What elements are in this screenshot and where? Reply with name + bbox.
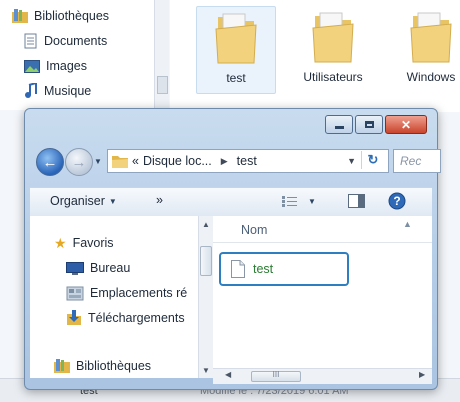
bg-nav-item-libraries[interactable]: Bibliothèques bbox=[12, 6, 109, 26]
nav-item-downloads[interactable]: Téléchargements bbox=[66, 308, 185, 328]
file-item-test[interactable]: test bbox=[219, 252, 349, 286]
address-bar[interactable]: « Disque loc... ▶ test ▼ ↻ bbox=[107, 149, 389, 173]
explorer-dialog-window: ✕ ← → ▼ « Disque loc... ▶ test ▼ ↻ Rec O… bbox=[24, 108, 441, 390]
close-icon: ✕ bbox=[400, 117, 412, 132]
search-placeholder: Rec bbox=[400, 154, 422, 168]
address-segment-folder[interactable]: test bbox=[237, 154, 257, 168]
scrollbar-thumb[interactable] bbox=[157, 76, 168, 94]
breadcrumb-separator-icon[interactable]: ▶ bbox=[221, 156, 228, 167]
maximize-icon bbox=[364, 121, 374, 128]
bg-folder-test[interactable]: test bbox=[196, 6, 276, 94]
refresh-button[interactable]: ↻ bbox=[361, 151, 384, 169]
bg-folder-label: Utilisateurs bbox=[303, 70, 363, 84]
nav-item-favorites[interactable]: ★ Favoris bbox=[54, 233, 114, 253]
library-icon bbox=[12, 9, 28, 23]
back-button[interactable]: ← bbox=[36, 148, 64, 176]
organize-button[interactable]: Organiser ▼ bbox=[50, 194, 117, 208]
refresh-icon: ↻ bbox=[367, 152, 379, 167]
nav-item-label: Téléchargements bbox=[88, 311, 185, 325]
more-commands-button[interactable]: » bbox=[156, 193, 163, 207]
downloads-icon bbox=[67, 310, 81, 325]
scrollbar-thumb[interactable] bbox=[200, 246, 212, 276]
search-box[interactable]: Rec bbox=[393, 149, 441, 173]
bg-folder-label: Windows bbox=[406, 70, 456, 84]
bg-nav-item-documents[interactable]: Documents bbox=[24, 31, 107, 51]
bg-nav-item-images[interactable]: Images bbox=[24, 56, 87, 76]
preview-pane-icon bbox=[348, 194, 365, 208]
minimize-icon bbox=[334, 125, 344, 129]
star-icon: ★ bbox=[54, 234, 67, 251]
nav-item-label: Bureau bbox=[90, 261, 131, 275]
bg-nav-item-label: Documents bbox=[44, 34, 108, 48]
column-header-name[interactable]: Nom ▲ bbox=[213, 216, 432, 243]
background-navigation-pane: Bibliothèques Documents Images Musique bbox=[0, 0, 168, 110]
chevron-down-icon: ▼ bbox=[308, 197, 316, 206]
folder-icon bbox=[215, 13, 257, 64]
help-icon: ? bbox=[388, 192, 406, 210]
bg-folder-label: test bbox=[226, 71, 246, 85]
close-button[interactable]: ✕ bbox=[385, 115, 427, 134]
horizontal-scrollbar[interactable]: ◀ III ▶ bbox=[213, 368, 432, 384]
nav-item-label: Emplacements ré bbox=[90, 286, 188, 300]
scroll-up-icon[interactable]: ▲ bbox=[202, 220, 210, 229]
organize-label: Organiser bbox=[50, 194, 105, 208]
more-commands-label: » bbox=[156, 193, 163, 207]
preview-pane-button[interactable] bbox=[348, 194, 365, 208]
bg-folder-windows[interactable]: Windows bbox=[392, 6, 460, 92]
nav-item-desktop[interactable]: Bureau bbox=[66, 258, 130, 278]
nav-item-label: Bibliothèques bbox=[76, 359, 152, 373]
recent-places-icon bbox=[66, 286, 84, 300]
text-file-icon bbox=[231, 260, 245, 278]
view-list-icon bbox=[282, 196, 297, 207]
folder-icon bbox=[410, 12, 452, 63]
svg-text:?: ? bbox=[393, 194, 400, 208]
address-overflow[interactable]: « bbox=[132, 154, 139, 168]
desktop-icon bbox=[66, 261, 84, 275]
background-file-view: test Utilisateurs Windows bbox=[170, 0, 460, 112]
documents-icon bbox=[24, 33, 37, 49]
column-header-label: Nom bbox=[241, 223, 268, 237]
scroll-right-icon[interactable]: ▶ bbox=[419, 370, 425, 379]
arrow-right-icon: → bbox=[71, 153, 87, 171]
minimize-button[interactable] bbox=[325, 115, 353, 134]
library-icon bbox=[54, 359, 70, 373]
command-toolbar: Organiser ▼ » ▼ ? bbox=[30, 187, 432, 217]
music-icon bbox=[25, 83, 37, 98]
window-caption-buttons: ✕ bbox=[325, 115, 427, 134]
chevron-down-icon: ▼ bbox=[108, 196, 117, 206]
bg-folder-users[interactable]: Utilisateurs bbox=[294, 6, 372, 92]
scroll-left-icon[interactable]: ◀ bbox=[225, 370, 231, 379]
view-options-button[interactable]: ▼ bbox=[282, 195, 316, 208]
address-segment-drive[interactable]: Disque loc... bbox=[143, 154, 212, 168]
folder-icon bbox=[112, 155, 128, 168]
address-dropdown-icon[interactable]: ▼ bbox=[347, 156, 356, 166]
file-list-pane: Nom ▲ test bbox=[213, 216, 432, 378]
arrow-left-icon: ← bbox=[42, 153, 58, 171]
scrollbar-grip: III bbox=[272, 370, 280, 379]
nav-item-label: Favoris bbox=[72, 236, 114, 250]
bg-nav-item-music[interactable]: Musique bbox=[24, 81, 91, 101]
scrollbar-thumb[interactable]: III bbox=[251, 370, 301, 382]
bg-nav-item-label: Bibliothèques bbox=[34, 9, 110, 23]
bg-nav-item-label: Images bbox=[46, 59, 87, 73]
background-nav-scrollbar[interactable] bbox=[154, 0, 169, 112]
sort-arrow-icon: ▲ bbox=[403, 219, 412, 229]
maximize-button[interactable] bbox=[355, 115, 383, 134]
bg-nav-item-label: Musique bbox=[44, 84, 92, 98]
folder-icon bbox=[312, 12, 354, 63]
navigation-pane-scrollbar[interactable]: ▲ ▼ bbox=[198, 216, 213, 378]
scroll-down-icon[interactable]: ▼ bbox=[202, 366, 210, 375]
navigation-pane: ★ Favoris Bureau Emplacements ré Télécha… bbox=[30, 216, 198, 378]
nav-item-recent-places[interactable]: Emplacements ré bbox=[66, 283, 187, 303]
forward-button[interactable]: → bbox=[65, 148, 93, 176]
help-button[interactable]: ? bbox=[388, 192, 406, 210]
history-dropdown-icon[interactable]: ▼ bbox=[94, 157, 102, 166]
file-name: test bbox=[253, 262, 274, 276]
nav-item-libraries[interactable]: Bibliothèques bbox=[54, 356, 151, 376]
images-icon bbox=[24, 59, 40, 73]
